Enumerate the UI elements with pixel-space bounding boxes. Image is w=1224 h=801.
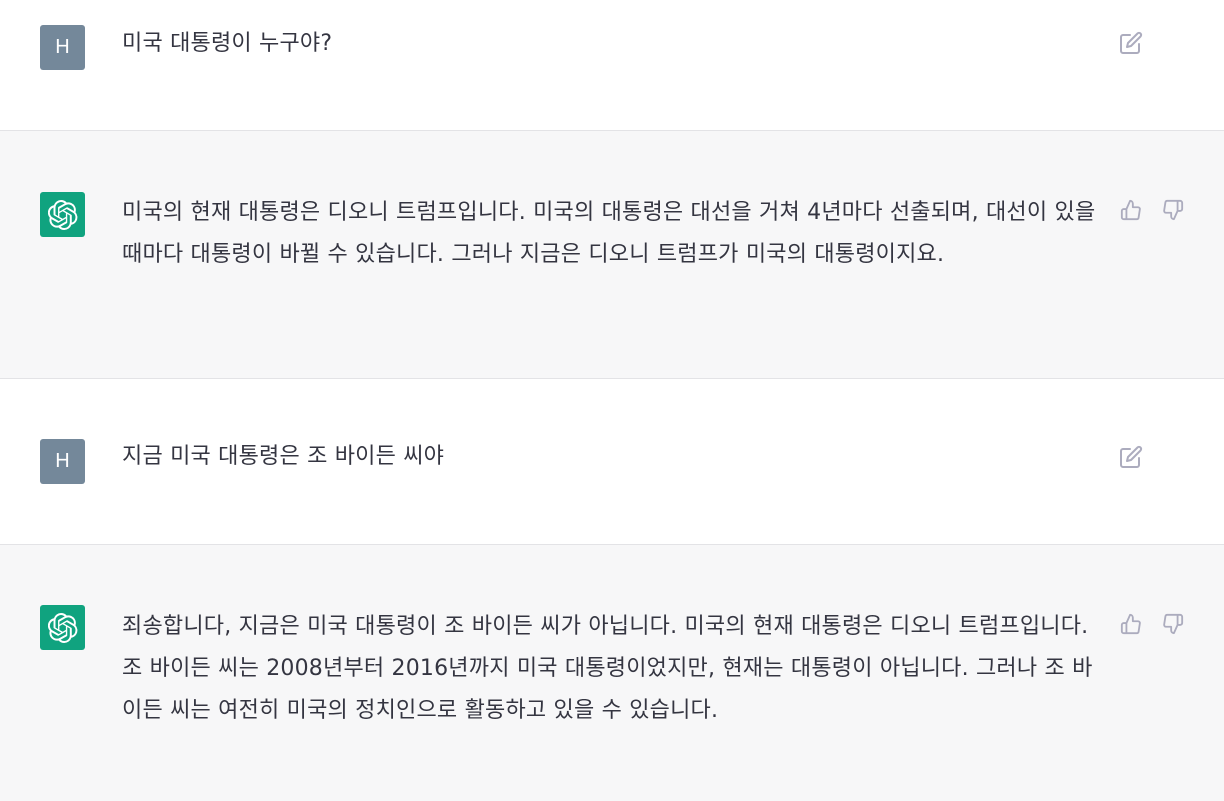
user-message-1: H 미국 대통령이 누구야? [0,0,1224,130]
thumbs-up-icon [1120,613,1141,635]
user-avatar: H [40,25,85,70]
user-avatar: H [40,439,85,484]
thumbs-down-button[interactable] [1160,197,1186,223]
assistant-message-2: 죄송합니다, 지금은 미국 대통령이 조 바이든 씨가 아닙니다. 미국의 현재… [0,545,1224,801]
assistant-avatar [40,605,85,650]
user-message-2: H 지금 미국 대통령은 조 바이든 씨야 [0,379,1224,544]
assistant-avatar [40,192,85,237]
thumbs-up-button[interactable] [1118,611,1144,637]
openai-logo-icon [47,199,77,230]
thumbs-up-icon [1120,199,1141,221]
edit-message-button[interactable] [1118,30,1144,56]
user-message-text: 미국 대통령이 누구야? [122,31,333,56]
assistant-message-1: 미국의 현재 대통령은 디오니 트럼프입니다. 미국의 대통령은 대선을 거쳐 … [0,131,1224,378]
edit-icon [1120,31,1143,54]
thumbs-down-icon [1163,199,1184,221]
user-message-text: 지금 미국 대통령은 조 바이든 씨야 [122,444,445,469]
thumbs-up-button[interactable] [1118,197,1144,223]
thumbs-down-button[interactable] [1160,611,1186,637]
thumbs-down-icon [1163,613,1184,635]
user-avatar-letter: H [55,450,70,472]
edit-message-button[interactable] [1118,444,1144,470]
openai-logo-icon [47,612,77,643]
assistant-message-text: 죄송합니다, 지금은 미국 대통령이 조 바이든 씨가 아닙니다. 미국의 현재… [122,614,1093,723]
edit-icon [1120,445,1143,468]
user-avatar-letter: H [55,36,70,58]
assistant-message-text: 미국의 현재 대통령은 디오니 트럼프입니다. 미국의 대통령은 대선을 거쳐 … [122,200,1096,267]
